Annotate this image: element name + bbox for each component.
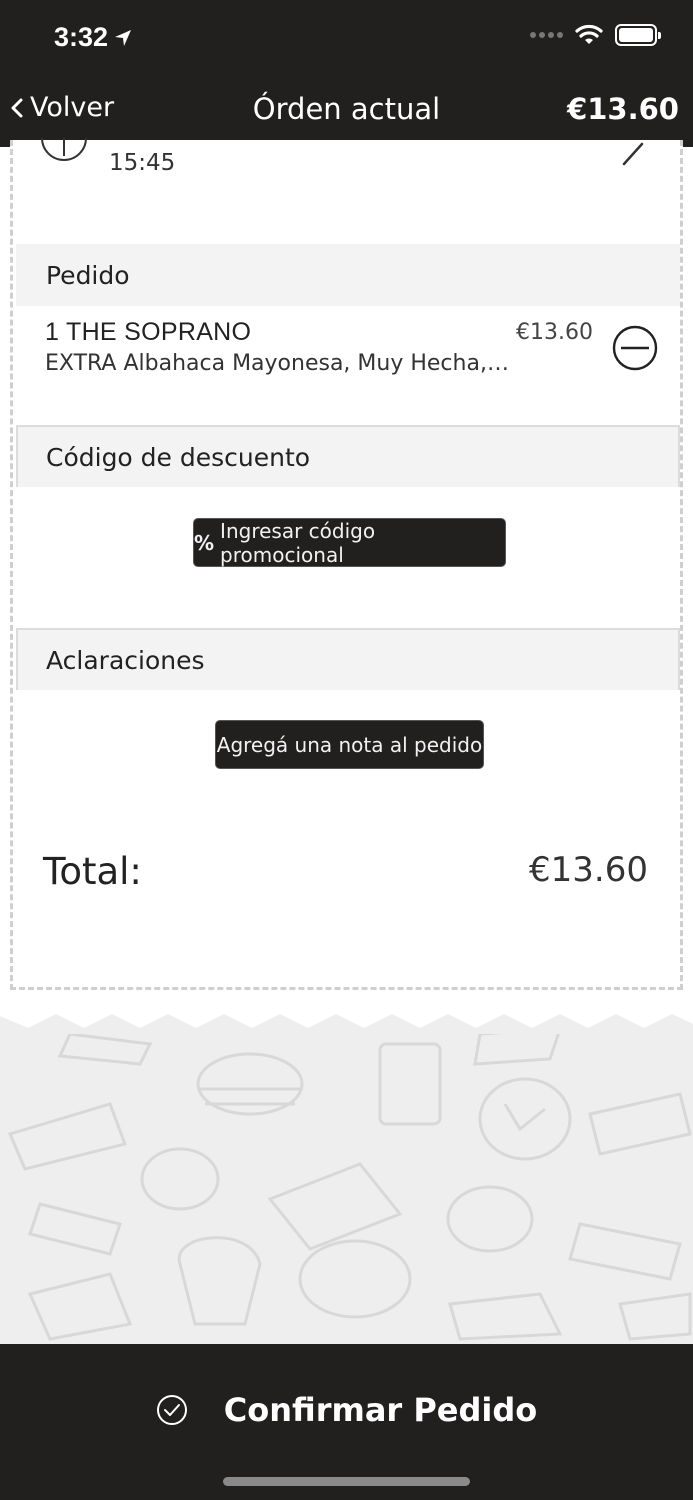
confirm-order-label: Confirmar Pedido bbox=[223, 1391, 538, 1429]
chevron-right-icon bbox=[622, 142, 644, 166]
promo-code-label: Ingresar código promocional bbox=[220, 518, 376, 567]
notes-section-header: Aclaraciones bbox=[16, 628, 680, 690]
pickup-time: 15:45 bbox=[109, 150, 176, 176]
home-indicator[interactable] bbox=[223, 1477, 470, 1486]
promo-code-button[interactable]: % Ingresar código promocional bbox=[193, 518, 506, 567]
check-circle-icon bbox=[156, 1395, 187, 1425]
food-doodles-icon bbox=[7, 1034, 692, 1341]
discount-section-header: Código de descuento bbox=[16, 425, 680, 487]
receipt-zigzag-edge bbox=[0, 1010, 693, 1034]
percent-icon: % bbox=[194, 530, 215, 555]
order-item-price: €13.60 bbox=[516, 320, 593, 345]
total-value: €13.60 bbox=[529, 850, 648, 890]
bottom-bar: Confirmar Pedido bbox=[0, 1344, 693, 1500]
status-indicators bbox=[530, 24, 661, 46]
status-time: 3:32 bbox=[54, 22, 132, 53]
top-bar: 3:32 Volver Órden actual €13.60 bbox=[0, 0, 693, 147]
total-label: Total: bbox=[43, 850, 142, 893]
back-label: Volver bbox=[30, 92, 115, 123]
order-receipt: 15:45 Pedido 1 THE SOPRANO EXTRA Albahac… bbox=[10, 137, 683, 990]
remove-item-icon[interactable] bbox=[612, 325, 658, 371]
cellular-signal-icon bbox=[530, 32, 563, 38]
order-item-description: EXTRA Albahaca Mayonesa, Muy Hecha, S... bbox=[45, 351, 515, 376]
location-arrow-icon bbox=[115, 29, 132, 46]
food-pattern-background bbox=[0, 1034, 693, 1344]
clock-icon bbox=[41, 137, 87, 161]
add-note-label: Agregá una nota al pedido bbox=[216, 732, 483, 757]
order-section-header: Pedido bbox=[16, 244, 680, 306]
battery-icon bbox=[615, 24, 661, 46]
chevron-left-icon bbox=[11, 98, 23, 117]
wifi-icon bbox=[575, 24, 603, 44]
order-item-name: 1 THE SOPRANO bbox=[45, 318, 252, 346]
confirm-order-button[interactable]: Confirmar Pedido bbox=[0, 1368, 693, 1452]
header-total: €13.60 bbox=[567, 92, 679, 126]
back-button[interactable]: Volver bbox=[10, 92, 114, 123]
status-time-text: 3:32 bbox=[54, 22, 109, 52]
add-note-button[interactable]: Agregá una nota al pedido bbox=[215, 720, 484, 769]
pickup-time-row[interactable]: 15:45 bbox=[13, 137, 680, 200]
